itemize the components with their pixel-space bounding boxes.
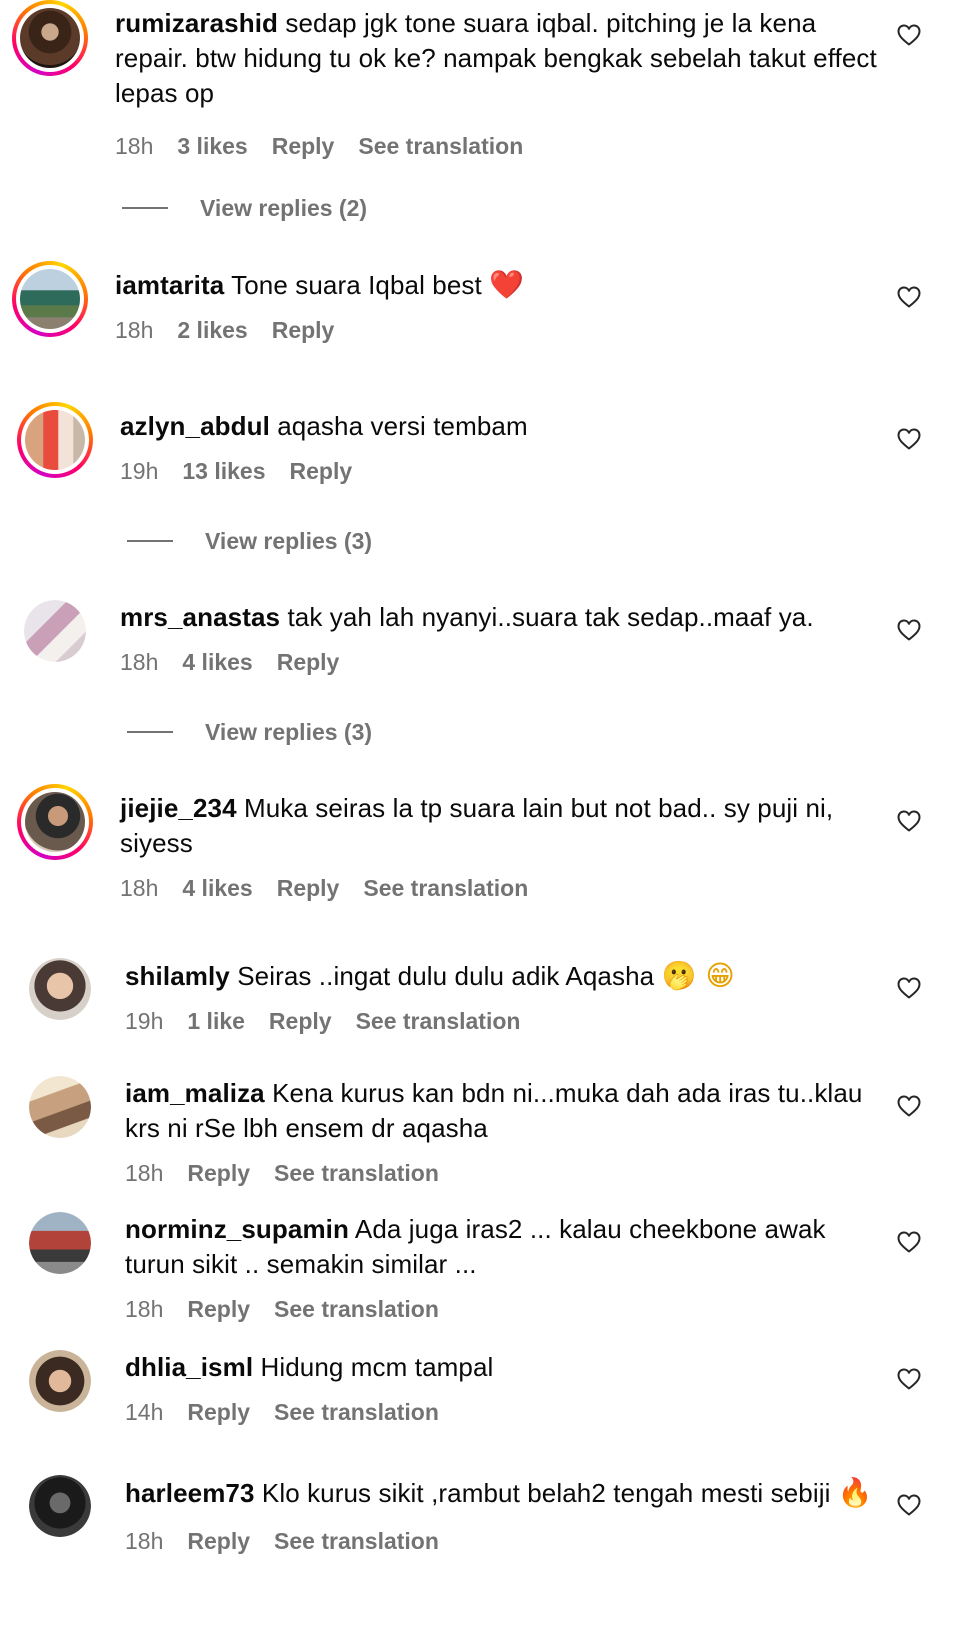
comment-username[interactable]: norminz_supamin	[125, 1214, 349, 1244]
see-translation-button[interactable]: See translation	[274, 1528, 439, 1554]
comment-text: Klo kurus sikit ,rambut belah2 tengah me…	[261, 1478, 831, 1508]
comment-username[interactable]: azlyn_abdul	[120, 411, 270, 441]
divider-line	[127, 539, 173, 542]
heart-icon[interactable]	[897, 286, 921, 308]
likes-count[interactable]: 4 likes	[182, 875, 252, 901]
heart-icon[interactable]	[897, 1494, 921, 1516]
avatar[interactable]	[29, 958, 91, 1020]
likes-count[interactable]: 1 like	[187, 1008, 245, 1034]
reply-button[interactable]: Reply	[277, 649, 340, 675]
comment-time: 18h	[125, 1160, 164, 1186]
comment-username[interactable]: mrs_anastas	[120, 602, 280, 632]
avatar[interactable]	[17, 784, 93, 860]
divider-line	[127, 730, 173, 733]
comment-emoji: ❤️	[489, 268, 525, 301]
view-replies-button[interactable]: View replies (3)	[127, 527, 372, 555]
see-translation-button[interactable]: See translation	[358, 133, 523, 159]
heart-icon[interactable]	[897, 810, 921, 832]
reply-button[interactable]: Reply	[187, 1399, 250, 1425]
avatar[interactable]	[29, 1212, 91, 1274]
avatar[interactable]	[29, 1350, 91, 1412]
view-replies-button[interactable]: View replies (3)	[127, 718, 372, 746]
heart-icon[interactable]	[897, 1368, 921, 1390]
comment-username[interactable]: harleem73	[125, 1478, 255, 1508]
reply-button[interactable]: Reply	[277, 875, 340, 901]
heart-icon[interactable]	[897, 1095, 921, 1117]
heart-icon[interactable]	[897, 977, 921, 999]
avatar[interactable]	[29, 1076, 91, 1138]
reply-button[interactable]: Reply	[187, 1160, 250, 1186]
heart-icon[interactable]	[897, 1231, 921, 1253]
likes-count[interactable]: 2 likes	[177, 317, 247, 343]
comment-time: 18h	[125, 1296, 164, 1322]
comment-emoji: 🫢 😁	[661, 959, 735, 992]
see-translation-button[interactable]: See translation	[356, 1008, 521, 1034]
view-replies-button[interactable]: View replies (2)	[122, 194, 367, 222]
see-translation-button[interactable]: See translation	[274, 1160, 439, 1186]
comment-time: 18h	[120, 649, 159, 675]
comment-text: Hidung mcm tampal	[260, 1352, 494, 1382]
comment-time: 19h	[120, 458, 159, 484]
comment-time: 18h	[125, 1528, 164, 1554]
heart-icon[interactable]	[897, 619, 921, 641]
comment-username[interactable]: jiejie_234	[120, 793, 237, 823]
reply-button[interactable]: Reply	[187, 1528, 250, 1554]
avatar[interactable]	[12, 261, 88, 337]
comment-text: tak yah lah nyanyi..suara tak sedap..maa…	[287, 602, 814, 632]
reply-button[interactable]: Reply	[290, 458, 353, 484]
comment-time: 18h	[115, 317, 154, 343]
comment-text: Seiras ..ingat dulu dulu adik Aqasha	[237, 961, 655, 991]
comment-time: 19h	[125, 1008, 164, 1034]
see-translation-button[interactable]: See translation	[274, 1399, 439, 1425]
comment-text: Tone suara Iqbal best	[231, 270, 482, 300]
avatar[interactable]	[24, 600, 86, 662]
comment-emoji: 🔥	[837, 1476, 873, 1509]
likes-count[interactable]: 4 likes	[182, 649, 252, 675]
reply-button[interactable]: Reply	[272, 317, 335, 343]
comment-time: 14h	[125, 1399, 164, 1425]
avatar[interactable]	[17, 402, 93, 478]
reply-button[interactable]: Reply	[272, 133, 335, 159]
comment-username[interactable]: rumizarashid	[115, 8, 278, 38]
heart-icon[interactable]	[897, 428, 921, 450]
likes-count[interactable]: 13 likes	[182, 458, 265, 484]
reply-button[interactable]: Reply	[269, 1008, 332, 1034]
comment-username[interactable]: shilamly	[125, 961, 230, 991]
heart-icon[interactable]	[897, 24, 921, 46]
reply-button[interactable]: Reply	[187, 1296, 250, 1322]
avatar[interactable]	[29, 1475, 91, 1537]
divider-line	[122, 206, 168, 209]
see-translation-button[interactable]: See translation	[274, 1296, 439, 1322]
comment-time: 18h	[120, 875, 159, 901]
comment-text: aqasha versi tembam	[277, 411, 528, 441]
avatar[interactable]	[12, 0, 88, 76]
comment-username[interactable]: iamtarita	[115, 270, 224, 300]
likes-count[interactable]: 3 likes	[177, 133, 247, 159]
see-translation-button[interactable]: See translation	[363, 875, 528, 901]
comment-time: 18h	[115, 133, 154, 159]
comment-username[interactable]: iam_maliza	[125, 1078, 265, 1108]
comment-username[interactable]: dhlia_isml	[125, 1352, 253, 1382]
